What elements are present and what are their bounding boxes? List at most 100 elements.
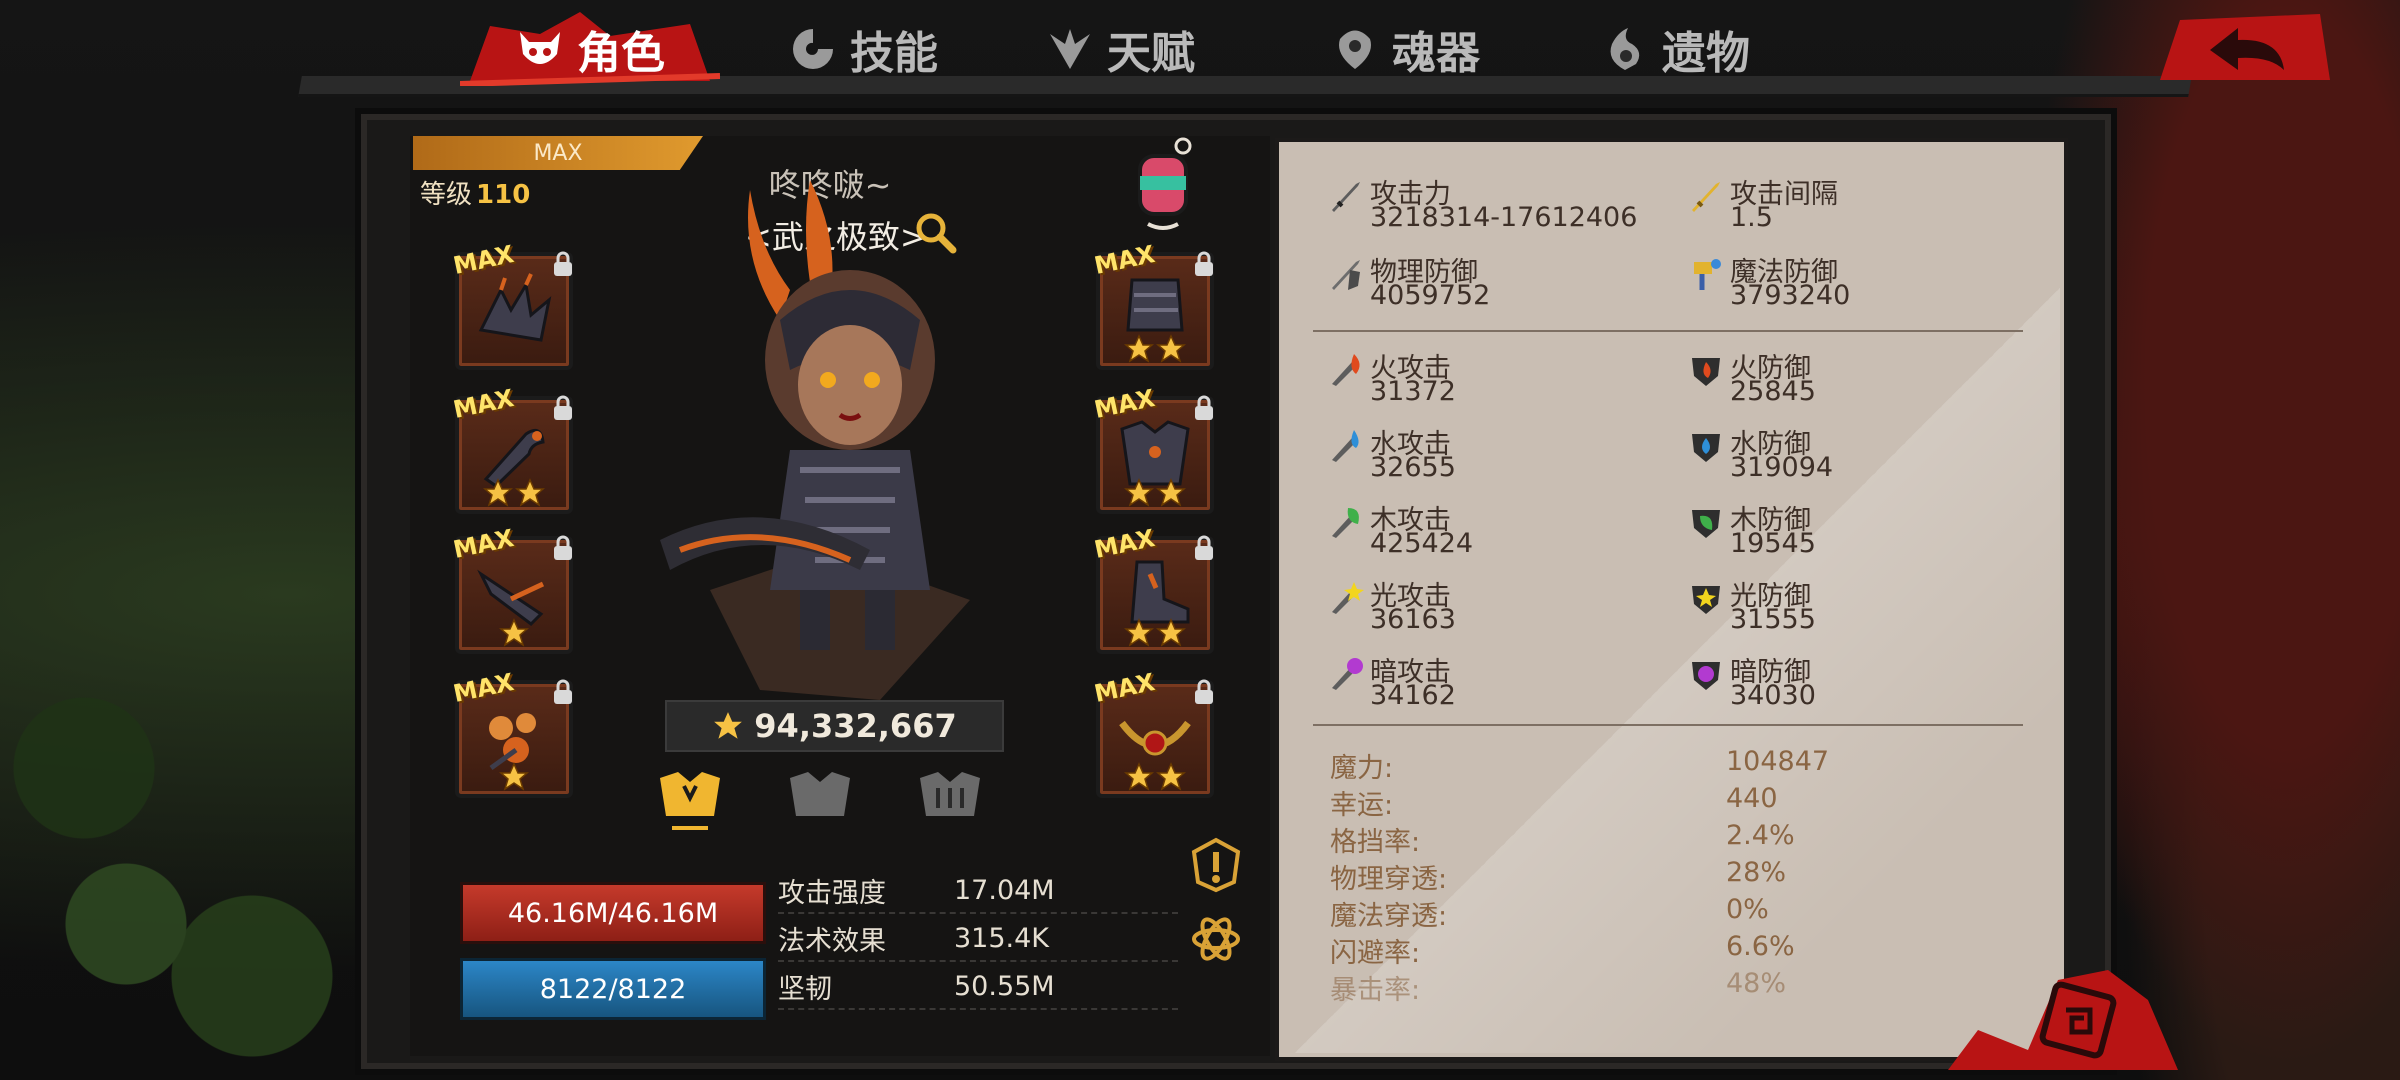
mini-stat-label: 法术效果 xyxy=(778,925,886,957)
star-rating xyxy=(1100,618,1210,648)
alert-badge-icon[interactable] xyxy=(1190,836,1242,894)
tab-talents[interactable]: 天赋 xyxy=(1045,14,1195,84)
equip-slot-left-3[interactable]: MAX xyxy=(451,524,573,654)
star-icon xyxy=(714,712,743,739)
equip-slot-right-4[interactable]: MAX xyxy=(1092,668,1214,798)
fire-attack-icon xyxy=(1332,354,1360,386)
tab-label: 魂器 xyxy=(1392,28,1480,79)
mp-bar: 8122/8122 xyxy=(460,958,766,1020)
tab-relics[interactable]: 遗物 xyxy=(1600,14,1750,84)
stat-physical-defense: 物理防御 4059752 xyxy=(1328,250,1668,311)
tab-soul-vessel[interactable]: 魂器 xyxy=(1330,14,1480,84)
stat-light-defense: 光防御 31555 xyxy=(1688,574,2028,635)
equip-slot-left-4[interactable]: MAX xyxy=(451,668,573,798)
stat-value: 34162 xyxy=(1370,680,1456,711)
misc-stat-label: 闪避率: xyxy=(1330,938,1421,969)
level-label: 等级 xyxy=(420,180,473,210)
water-attack-icon xyxy=(1332,430,1359,462)
golden-sword-icon xyxy=(1692,182,1720,212)
stat-value: 319094 xyxy=(1730,452,1834,483)
stat-light-attack: 光攻击 36163 xyxy=(1328,574,1668,635)
level-value: 110 xyxy=(476,180,531,210)
combat-power-value: 94,332,667 xyxy=(754,707,957,745)
misc-stat-value: 28% xyxy=(1726,857,1787,888)
armor-tab-1[interactable] xyxy=(650,768,730,834)
stat-value: 3218314-17612406 xyxy=(1370,202,1638,233)
misc-stat-row: 闪避率: 6.6% xyxy=(1330,931,2030,969)
star-rating xyxy=(1100,478,1210,508)
hero-character-art xyxy=(660,180,970,700)
hp-bar: 46.16M/46.16M xyxy=(460,882,766,944)
stat-attack: 攻击力 3218314-17612406 xyxy=(1328,172,1668,233)
star-icon xyxy=(483,478,513,507)
combat-power: 94,332,667 xyxy=(665,700,1004,752)
equip-slot-left-2[interactable]: MAX xyxy=(451,384,573,514)
equip-slot-right-1[interactable]: MAX xyxy=(1092,240,1214,370)
misc-stat-label: 魔法穿透: xyxy=(1330,901,1448,932)
star-icon xyxy=(1156,618,1186,647)
misc-stat-row: 暴击率: 48% xyxy=(1330,968,2030,1006)
corner-menu-button[interactable] xyxy=(1948,960,2178,1080)
star-icon xyxy=(1124,762,1154,791)
equip-slot-right-3[interactable]: MAX xyxy=(1092,524,1214,654)
stat-wood-defense: 木防御 19545 xyxy=(1688,498,2028,559)
misc-stat-row: 物理穿透: 28% xyxy=(1330,857,2030,895)
misc-stat-value: 0% xyxy=(1726,894,1769,925)
wood-defense-icon xyxy=(1692,510,1720,538)
stat-value: 1.5 xyxy=(1730,202,1773,233)
tab-label: 遗物 xyxy=(1662,28,1750,79)
misc-stat-value: 440 xyxy=(1726,783,1778,814)
mini-stat-value: 315.4K xyxy=(954,922,1050,954)
misc-stat-label: 格挡率: xyxy=(1330,827,1421,858)
dark-defense-icon xyxy=(1692,662,1720,690)
misc-stat-label: 魔力: xyxy=(1330,753,1394,784)
equip-slot-left-1[interactable]: MAX xyxy=(451,240,573,370)
light-defense-icon xyxy=(1692,586,1720,614)
wings-icon xyxy=(1050,29,1090,69)
stat-value: 34030 xyxy=(1730,680,1816,711)
tab-skills[interactable]: 技能 xyxy=(788,14,938,84)
stat-wood-attack: 木攻击 425424 xyxy=(1328,498,1668,559)
max-level-bar: MAX xyxy=(413,136,703,170)
misc-stat-label: 幸运: xyxy=(1330,790,1394,821)
star-rating xyxy=(459,618,569,648)
misc-stat-row: 格挡率: 2.4% xyxy=(1330,820,2030,858)
flame-swirl-icon xyxy=(1610,28,1640,70)
stat-value: 31372 xyxy=(1370,376,1456,407)
star-icon xyxy=(499,618,529,647)
stat-magic-defense: 魔法防御 3793240 xyxy=(1688,250,2028,311)
back-button[interactable] xyxy=(2160,10,2330,90)
mini-stat-value: 17.04M xyxy=(954,874,1055,906)
star-icon xyxy=(1156,334,1186,363)
claw-gauntlet-icon xyxy=(478,273,552,342)
star-rating xyxy=(1100,762,1210,792)
armor-tab-2[interactable] xyxy=(780,768,860,834)
star-rating xyxy=(459,478,569,508)
star-rating xyxy=(459,762,569,792)
sword-icon xyxy=(1332,182,1360,212)
tab-character[interactable]: 角色 xyxy=(515,14,665,84)
misc-stat-value: 48% xyxy=(1726,968,1787,999)
star-icon xyxy=(499,762,529,791)
fire-defense-icon xyxy=(1692,358,1720,386)
tab-label: 技能 xyxy=(850,28,938,79)
devil-face-icon xyxy=(520,32,560,64)
stat-water-defense: 水防御 319094 xyxy=(1688,422,2028,483)
equip-slot-right-2[interactable]: MAX xyxy=(1092,384,1214,514)
stat-value: 4059752 xyxy=(1370,280,1491,311)
star-icon xyxy=(1156,478,1186,507)
sword-shield-icon xyxy=(1332,260,1360,290)
stat-dark-defense: 暗防御 34030 xyxy=(1688,650,2028,711)
stat-value: 36163 xyxy=(1370,604,1456,635)
tab-label: 角色 xyxy=(577,28,665,79)
potion-scroll-icon[interactable] xyxy=(1128,136,1198,236)
stat-value: 19545 xyxy=(1730,528,1816,559)
misc-stat-value: 104847 xyxy=(1726,746,1830,777)
star-icon xyxy=(515,478,545,507)
stat-value: 25845 xyxy=(1730,376,1816,407)
soul-drop-icon xyxy=(1339,30,1371,69)
atom-icon[interactable] xyxy=(1190,910,1242,968)
swirl-blade-icon xyxy=(793,29,833,69)
star-icon xyxy=(1156,762,1186,791)
armor-tab-3[interactable] xyxy=(910,768,990,834)
